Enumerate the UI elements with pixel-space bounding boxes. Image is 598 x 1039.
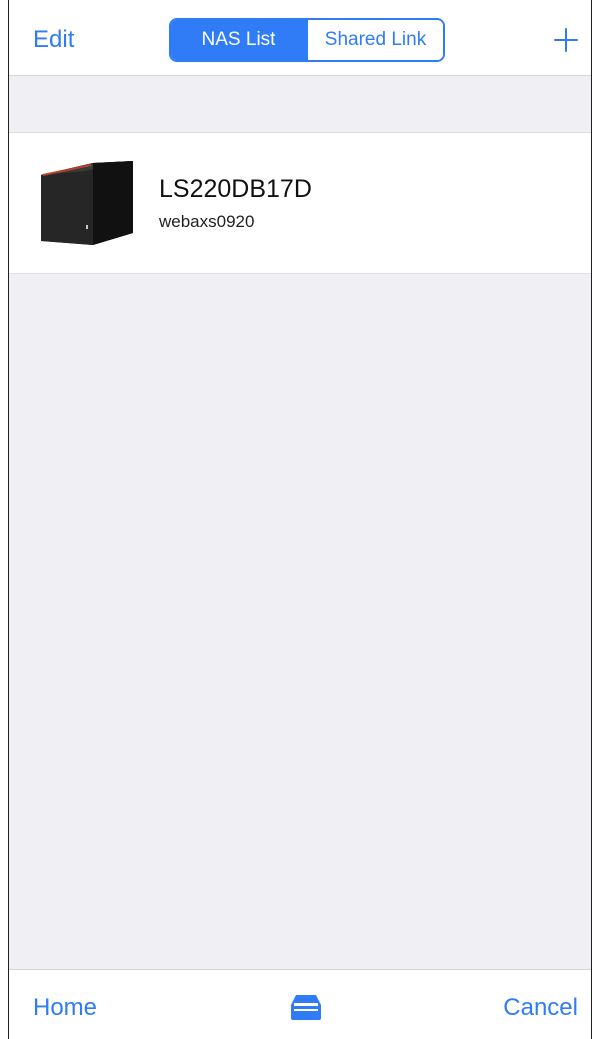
nas-name: LS220DB17D [159,175,312,203]
navigation-bar: Edit NAS List Shared Link [9,0,591,76]
segment-shared-link[interactable]: Shared Link [306,20,443,60]
app-screen: Edit NAS List Shared Link LS220DB17D web… [8,0,592,1039]
tray-icon[interactable] [289,993,323,1021]
edit-button[interactable]: Edit [33,26,74,54]
bottom-toolbar: Home Cancel [9,969,591,1039]
list-item[interactable]: LS220DB17D webaxs0920 [9,132,591,274]
cancel-button[interactable]: Cancel [503,994,578,1022]
nas-device-icon [41,161,133,245]
segmented-control: NAS List Shared Link [169,18,445,62]
nas-username: webaxs0920 [159,212,255,231]
segment-nas-list[interactable]: NAS List [171,20,306,60]
plus-icon[interactable] [554,28,578,52]
home-button[interactable]: Home [33,994,97,1022]
